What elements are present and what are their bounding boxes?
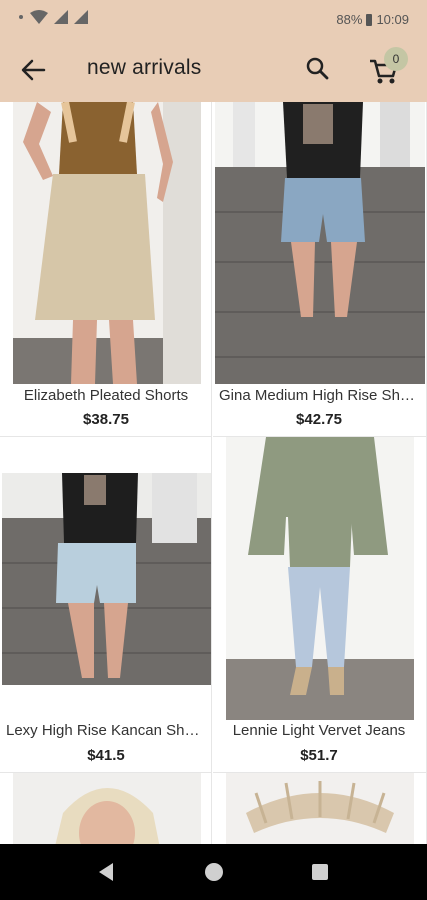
product-image	[226, 773, 414, 844]
search-icon	[306, 57, 329, 80]
product-name: Gina Medium High Rise Shorts	[219, 387, 425, 404]
product-card[interactable]: Lexy High Rise Kancan Shorts $41.5	[0, 437, 212, 773]
signal-icon	[54, 10, 68, 24]
product-card[interactable]: Lennie Light Vervet Jeans $51.7	[213, 437, 427, 773]
product-image	[226, 437, 414, 720]
nav-back-button[interactable]	[97, 862, 115, 887]
nav-back-icon	[99, 863, 113, 881]
app-bar: new arrivals 0	[0, 38, 427, 102]
system-nav-bar	[0, 844, 427, 900]
wifi-icon	[30, 10, 48, 24]
nav-home-icon[interactable]	[205, 863, 223, 881]
product-card[interactable]: Elizabeth Pleated Shorts $38.75	[0, 102, 212, 437]
page-title: new arrivals	[87, 56, 202, 79]
product-image	[215, 102, 425, 384]
signal-icon-2	[74, 10, 88, 24]
clock: 10:09	[376, 12, 409, 27]
cart-count-badge: 0	[384, 47, 408, 71]
product-name: Lexy High Rise Kancan Shorts	[6, 722, 210, 739]
product-image	[13, 773, 201, 844]
status-icons	[18, 10, 88, 24]
product-image	[13, 102, 201, 384]
product-image	[2, 473, 211, 685]
product-price: $38.75	[83, 411, 129, 428]
product-price: $51.7	[300, 747, 338, 764]
product-price: $42.75	[296, 411, 342, 428]
product-name: Lennie Light Vervet Jeans	[232, 722, 406, 739]
product-card[interactable]	[0, 773, 212, 844]
battery-percent: 88%	[336, 12, 363, 27]
nav-recent-icon[interactable]	[312, 864, 328, 880]
back-button[interactable]	[18, 55, 48, 85]
product-name: Elizabeth Pleated Shorts	[23, 387, 189, 404]
product-card[interactable]: Gina Medium High Rise Shorts $42.75	[213, 102, 427, 437]
back-arrow-icon	[21, 59, 46, 81]
product-card[interactable]	[213, 773, 427, 844]
search-button[interactable]	[304, 55, 332, 83]
product-grid: Elizabeth Pleated Shorts $38.75 Gina Med…	[0, 102, 427, 844]
status-bar: 88% 10:09	[0, 0, 427, 38]
product-price: $41.5	[87, 747, 125, 764]
notification-dot-icon	[19, 15, 23, 19]
status-right: 88% 10:09	[336, 12, 409, 27]
battery-icon	[366, 13, 373, 26]
